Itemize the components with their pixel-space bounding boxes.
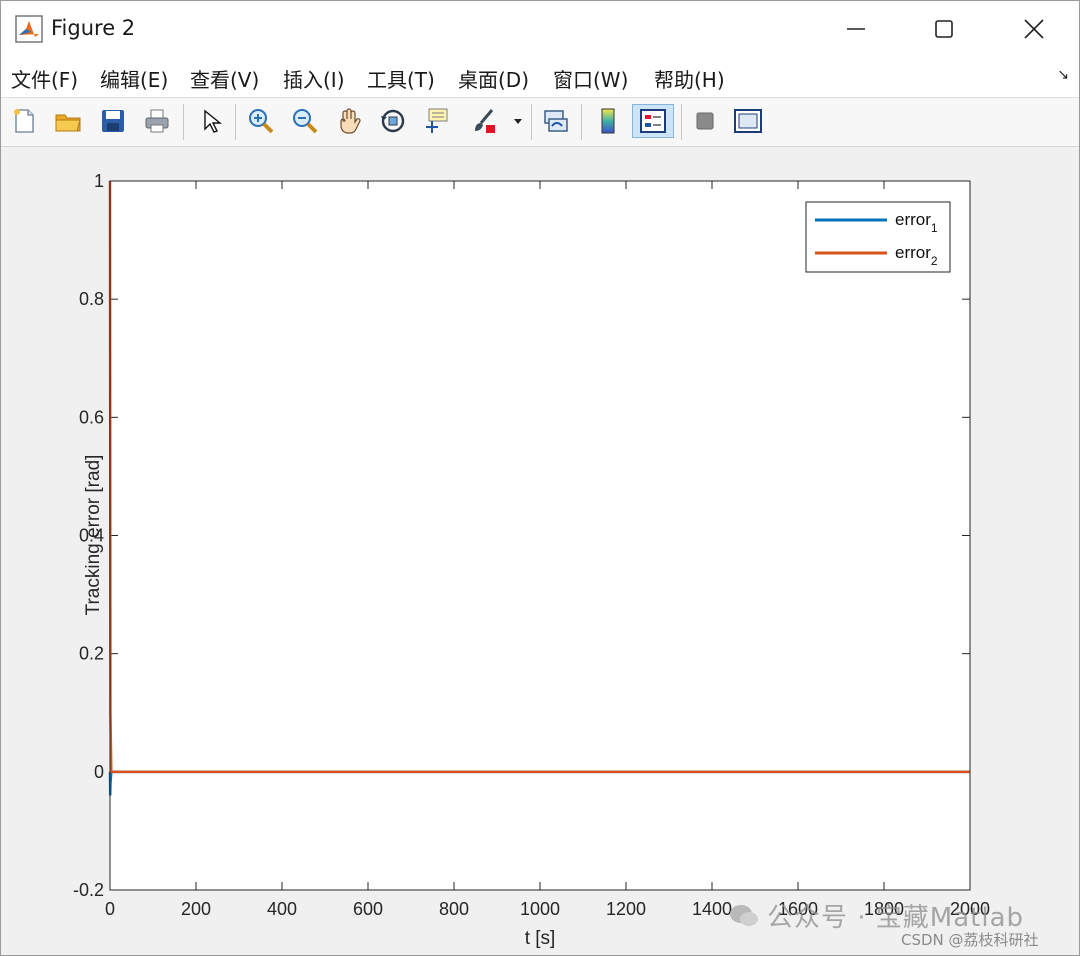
plot-area: 0 200 400 600 800 1000 1200 1400 1600 1800 2000-0.… bbox=[73, 171, 990, 949]
open-file-button[interactable] bbox=[51, 104, 85, 138]
axes-background bbox=[110, 181, 970, 890]
menu-view[interactable]: 查看(V) bbox=[190, 64, 259, 93]
minimize-icon bbox=[847, 28, 865, 30]
menu-insert[interactable]: 插入(I) bbox=[283, 64, 345, 93]
show-plot-tools-button[interactable] bbox=[731, 104, 765, 138]
link-plot-button[interactable] bbox=[539, 104, 573, 138]
x-tick-label: 1400 bbox=[692, 899, 732, 919]
window-title: Figure 2 bbox=[51, 16, 136, 40]
figure-canvas: 0 200 400 600 800 1000 1200 1400 1600 1800 2000 -0.… bbox=[1, 147, 1079, 955]
brush-dropdown-button[interactable] bbox=[508, 104, 528, 138]
toolbar-separator bbox=[681, 104, 682, 140]
toolbar-separator bbox=[581, 104, 582, 140]
x-tick-label: 800 bbox=[439, 899, 469, 919]
figure-window: Figure 2 文件(F) 编辑(E) 查看(V) 插入(I) 工具(T) 桌… bbox=[0, 0, 1080, 956]
menu-tools[interactable]: 工具(T) bbox=[367, 64, 435, 93]
wechat-icon bbox=[730, 904, 758, 926]
dropdown-arrow-icon bbox=[514, 119, 522, 124]
zoom-out-button[interactable] bbox=[288, 104, 322, 138]
figure-toolbar bbox=[1, 98, 1079, 147]
menu-help[interactable]: 帮助(H) bbox=[654, 64, 725, 93]
y-tick-label: 0 bbox=[94, 762, 104, 782]
rotate-3d-button[interactable] bbox=[376, 104, 410, 138]
data-cursor-icon bbox=[426, 108, 448, 133]
menu-file[interactable]: 文件(F) bbox=[11, 64, 78, 93]
csdn-watermark: CSDN @荔枝科研社 bbox=[901, 931, 1039, 949]
menu-bar: 文件(F) 编辑(E) 查看(V) 插入(I) 工具(T) 桌面(D) 窗口(W… bbox=[1, 57, 1079, 98]
x-axis-label: t [s] bbox=[525, 928, 556, 949]
edit-plot-button[interactable] bbox=[193, 104, 227, 138]
menu-window[interactable]: 窗口(W) bbox=[553, 64, 628, 93]
pan-button[interactable] bbox=[332, 104, 366, 138]
menu-desktop[interactable]: 桌面(D) bbox=[458, 64, 529, 93]
legend-icon bbox=[640, 109, 666, 133]
zoom-out-icon bbox=[293, 109, 318, 134]
x-tick-label: 1200 bbox=[606, 899, 646, 919]
link-plot-icon bbox=[544, 110, 568, 132]
toolbar-separator bbox=[531, 104, 532, 140]
data-cursor-button[interactable] bbox=[420, 104, 454, 138]
y-tick-label: 1 bbox=[94, 171, 104, 191]
y-tick-label: 0.8 bbox=[79, 289, 104, 309]
close-icon bbox=[1024, 19, 1044, 39]
show-plot-tools-icon bbox=[734, 109, 762, 133]
zoom-in-icon bbox=[249, 109, 274, 134]
menu-overflow-icon[interactable]: ↘ bbox=[1057, 67, 1069, 83]
menu-edit[interactable]: 编辑(E) bbox=[100, 64, 168, 93]
maximize-button[interactable] bbox=[899, 1, 989, 57]
print-figure-button[interactable] bbox=[140, 104, 174, 138]
maximize-icon bbox=[935, 20, 953, 38]
hide-plot-tools-icon bbox=[696, 112, 714, 130]
minimize-button[interactable] bbox=[811, 1, 901, 57]
x-tick-label: 200 bbox=[181, 899, 211, 919]
y-axis-label: Tracking error [rad] bbox=[83, 455, 104, 616]
new-file-icon bbox=[14, 109, 34, 133]
toolbar-separator bbox=[183, 104, 184, 140]
print-icon bbox=[145, 109, 169, 133]
open-folder-icon bbox=[55, 114, 81, 132]
pan-hand-icon bbox=[340, 108, 361, 134]
x-tick-label: 600 bbox=[353, 899, 383, 919]
x-tick-label: 1000 bbox=[520, 899, 560, 919]
hide-plot-tools-button[interactable] bbox=[688, 104, 722, 138]
toolbar-separator bbox=[235, 104, 236, 140]
y-tick-label: -0.2 bbox=[73, 880, 104, 900]
rotate-3d-icon bbox=[381, 109, 405, 133]
save-figure-button[interactable] bbox=[96, 104, 130, 138]
insert-legend-button[interactable] bbox=[632, 104, 674, 138]
brush-button[interactable] bbox=[467, 104, 501, 138]
new-figure-button[interactable] bbox=[7, 104, 41, 138]
title-bar[interactable]: Figure 2 bbox=[1, 1, 1079, 57]
colorbar-icon bbox=[601, 108, 615, 134]
insert-colorbar-button[interactable] bbox=[591, 104, 625, 138]
matlab-logo-icon bbox=[15, 15, 43, 43]
legend[interactable]: error1 error2 bbox=[805, 201, 951, 273]
save-icon bbox=[102, 110, 124, 132]
close-button[interactable] bbox=[989, 1, 1079, 57]
brush-icon bbox=[475, 109, 495, 133]
y-tick-label: 0.2 bbox=[79, 644, 104, 664]
x-tick-label: 0 bbox=[105, 899, 115, 919]
zoom-in-button[interactable] bbox=[244, 104, 278, 138]
y-tick-label: 0.6 bbox=[79, 407, 104, 427]
pointer-icon bbox=[204, 109, 222, 133]
x-tick-label: 400 bbox=[267, 899, 297, 919]
